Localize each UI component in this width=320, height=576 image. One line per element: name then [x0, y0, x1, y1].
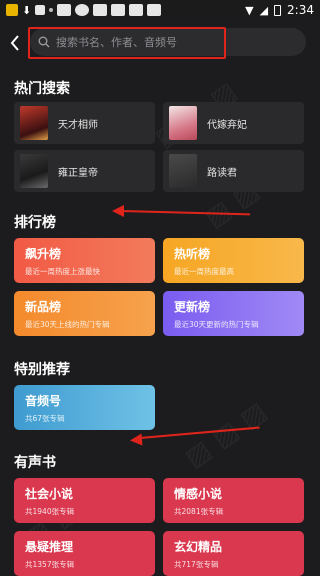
hot-item-label: 雍正皇帝 — [58, 167, 98, 179]
book-cover — [169, 154, 197, 188]
hot-item-label: 天才相师 — [58, 119, 98, 131]
section-title-audio: 有声书 — [14, 455, 56, 471]
book-cover — [20, 154, 48, 188]
chevron-left-icon — [10, 35, 19, 51]
status-bar: ⬇ ▼ ◢ 2:34 — [0, 0, 320, 20]
dot-icon — [49, 8, 54, 12]
rank-title: 新品榜 — [25, 300, 62, 314]
section-title-hot: 热门搜索 — [14, 81, 70, 97]
special-title: 音频号 — [25, 394, 62, 408]
annotation-arrow-head — [129, 433, 143, 447]
category-title: 悬疑推理 — [25, 540, 74, 554]
section-title-rank: 排行榜 — [14, 215, 56, 231]
category-card[interactable]: 悬疑推理 共1357张专辑 — [14, 531, 155, 576]
signal-icon: ◢ — [259, 3, 269, 17]
category-title: 玄幻精品 — [174, 540, 223, 554]
rank-card[interactable]: 飙升榜 最近一周热度上涨最快 — [14, 238, 155, 283]
category-card[interactable]: 社会小说 共1940张专辑 — [14, 478, 155, 523]
watermark: ▨ ▨ ▨ — [179, 396, 273, 474]
notification-icon — [147, 4, 162, 16]
rank-title: 飙升榜 — [25, 247, 62, 261]
book-cover — [169, 106, 197, 140]
gamepad-icon — [75, 4, 90, 16]
hot-item[interactable]: 雍正皇帝 — [14, 150, 155, 192]
notification-icon — [111, 4, 126, 16]
notification-icon — [35, 5, 46, 15]
hot-item-label: 代嫁弃妃 — [207, 119, 247, 131]
rank-card[interactable]: 热听榜 最近一周热度最高 — [163, 238, 304, 283]
rank-subtitle: 最近30天上线的热门专辑 — [25, 320, 110, 329]
category-title: 社会小说 — [25, 487, 74, 501]
book-cover — [20, 106, 48, 140]
annotation-arrow — [139, 426, 260, 439]
hot-item[interactable]: 路读君 — [163, 150, 304, 192]
rank-card[interactable]: 更新榜 最近30天更新的热门专辑 — [163, 291, 304, 336]
wifi-icon: ▼ — [245, 3, 254, 17]
category-subtitle: 共2081张专辑 — [174, 507, 224, 516]
rank-title: 热听榜 — [174, 247, 211, 261]
rank-subtitle: 最近一周热度上涨最快 — [25, 267, 100, 276]
rank-card[interactable]: 新品榜 最近30天上线的热门专辑 — [14, 291, 155, 336]
hot-item-label: 路读君 — [207, 167, 237, 179]
rank-subtitle: 最近一周热度最高 — [174, 267, 234, 276]
app-icon — [6, 4, 18, 16]
clock: 2:34 — [287, 3, 314, 17]
category-subtitle: 共717张专辑 — [174, 560, 219, 569]
annotation-arrow — [119, 210, 250, 216]
notification-icons: ⬇ — [6, 3, 162, 17]
notification-icon — [93, 4, 108, 16]
category-title: 情感小说 — [174, 487, 223, 501]
rank-title: 更新榜 — [174, 300, 211, 314]
section-title-special: 特别推荐 — [14, 362, 70, 378]
hot-item[interactable]: 天才相师 — [14, 102, 155, 144]
notification-icon — [129, 4, 144, 16]
download-icon: ⬇ — [22, 3, 32, 17]
rank-subtitle: 最近30天更新的热门专辑 — [174, 320, 259, 329]
highlight-box — [28, 27, 226, 59]
battery-icon — [274, 4, 282, 16]
back-button[interactable] — [6, 32, 24, 54]
category-card[interactable]: 玄幻精品 共717张专辑 — [163, 531, 304, 576]
category-card[interactable]: 情感小说 共2081张专辑 — [163, 478, 304, 523]
special-subtitle: 共67张专辑 — [25, 414, 65, 423]
category-subtitle: 共1940张专辑 — [25, 507, 75, 516]
hot-item[interactable]: 代嫁弃妃 — [163, 102, 304, 144]
annotation-arrow-head — [112, 205, 124, 217]
category-subtitle: 共1357张专辑 — [25, 560, 75, 569]
special-card[interactable]: 音频号 共67张专辑 — [14, 385, 155, 430]
notification-icon — [57, 4, 72, 16]
